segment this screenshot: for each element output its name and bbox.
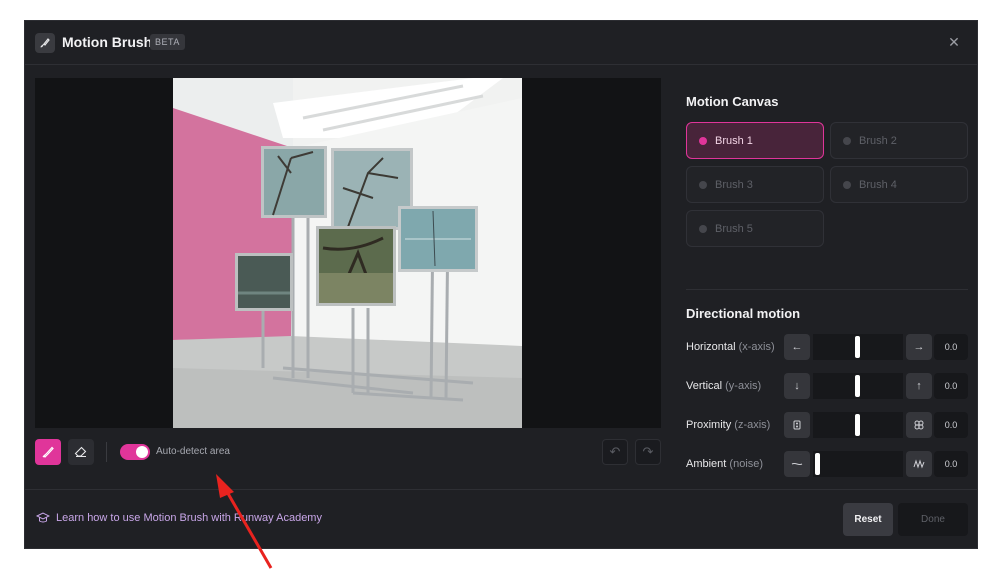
motion-brush-dialog: Motion Brush BETA ✕ Auto-detect area ↶ ↷… xyxy=(24,20,978,549)
brush-label: Brush 5 xyxy=(715,222,753,235)
canvas-toolbar: Auto-detect area ↶ ↷ xyxy=(35,439,661,465)
proximity-far-icon[interactable] xyxy=(784,412,810,438)
brush-dot xyxy=(843,136,851,145)
vertical-label: Vertical (y-axis) xyxy=(686,380,762,392)
wave-icon[interactable] xyxy=(906,451,932,477)
close-icon[interactable]: ✕ xyxy=(945,33,963,51)
brush-icon xyxy=(42,446,54,458)
vertical-value[interactable]: 0.0 xyxy=(934,373,968,399)
brush-tool-button[interactable] xyxy=(35,439,61,465)
arrow-left-icon[interactable]: ← xyxy=(784,334,810,360)
brush-label: Brush 1 xyxy=(715,134,753,147)
flat-line-icon[interactable] xyxy=(784,451,810,477)
slider-thumb[interactable] xyxy=(855,375,860,397)
dialog-header: Motion Brush BETA ✕ xyxy=(25,21,977,65)
brush-dot xyxy=(843,180,851,189)
toolbar-divider xyxy=(106,442,107,462)
ambient-motion-row: Ambient (noise) 0.0 xyxy=(686,451,968,477)
arrow-down-icon[interactable]: ↓ xyxy=(784,373,810,399)
scene-image[interactable] xyxy=(173,78,522,428)
brush-dot xyxy=(699,136,707,145)
arrow-right-icon[interactable]: → xyxy=(906,334,932,360)
horizontal-slider[interactable] xyxy=(813,334,903,360)
done-button[interactable]: Done xyxy=(898,503,968,536)
auto-detect-toggle[interactable] xyxy=(120,444,150,460)
horizontal-label: Horizontal (x-axis) xyxy=(686,341,775,353)
slider-thumb[interactable] xyxy=(855,414,860,436)
eraser-tool-button[interactable] xyxy=(68,439,94,465)
slider-thumb[interactable] xyxy=(815,453,820,475)
motion-canvas-viewport[interactable] xyxy=(35,78,661,428)
brush-dot xyxy=(699,224,707,233)
horizontal-value[interactable]: 0.0 xyxy=(934,334,968,360)
brush-3-button[interactable]: Brush 3 xyxy=(686,166,824,203)
eraser-icon xyxy=(74,446,87,458)
vertical-motion-row: Vertical (y-axis) ↓ ↑ 0.0 xyxy=(686,373,968,399)
brush-dot xyxy=(699,180,707,189)
auto-detect-label: Auto-detect area xyxy=(156,446,230,457)
brush-label: Brush 3 xyxy=(715,178,753,191)
brush-label: Brush 4 xyxy=(859,178,897,191)
brush-label: Brush 2 xyxy=(859,134,897,147)
ambient-slider[interactable] xyxy=(813,451,903,477)
slider-thumb[interactable] xyxy=(855,336,860,358)
proximity-slider[interactable] xyxy=(813,412,903,438)
arrow-up-icon[interactable]: ↑ xyxy=(906,373,932,399)
academy-link-label: Learn how to use Motion Brush with Runwa… xyxy=(56,512,322,524)
brush-icon xyxy=(35,33,55,53)
proximity-label: Proximity (z-axis) xyxy=(686,419,771,431)
vertical-slider[interactable] xyxy=(813,373,903,399)
proximity-near-icon[interactable] xyxy=(906,412,932,438)
dialog-footer: Learn how to use Motion Brush with Runwa… xyxy=(25,489,977,550)
motion-canvas-title: Motion Canvas xyxy=(686,94,779,109)
brush-1-button[interactable]: Brush 1 xyxy=(686,122,824,159)
reset-button[interactable]: Reset xyxy=(843,503,893,536)
proximity-motion-row: Proximity (z-axis) 0.0 xyxy=(686,412,968,438)
graduation-cap-icon xyxy=(36,512,50,523)
ambient-label: Ambient (noise) xyxy=(686,458,764,470)
redo-icon[interactable]: ↷ xyxy=(635,439,661,465)
brush-4-button[interactable]: Brush 4 xyxy=(830,166,968,203)
beta-badge: BETA xyxy=(150,34,185,50)
brush-2-button[interactable]: Brush 2 xyxy=(830,122,968,159)
dialog-title: Motion Brush xyxy=(62,34,153,50)
proximity-value[interactable]: 0.0 xyxy=(934,412,968,438)
undo-icon[interactable]: ↶ xyxy=(602,439,628,465)
section-divider xyxy=(686,289,968,290)
academy-link[interactable]: Learn how to use Motion Brush with Runwa… xyxy=(36,512,322,524)
directional-motion-title: Directional motion xyxy=(686,306,801,321)
horizontal-motion-row: Horizontal (x-axis) ← → 0.0 xyxy=(686,334,968,360)
brush-5-button[interactable]: Brush 5 xyxy=(686,210,824,247)
ambient-value[interactable]: 0.0 xyxy=(934,451,968,477)
toggle-knob xyxy=(136,446,148,458)
